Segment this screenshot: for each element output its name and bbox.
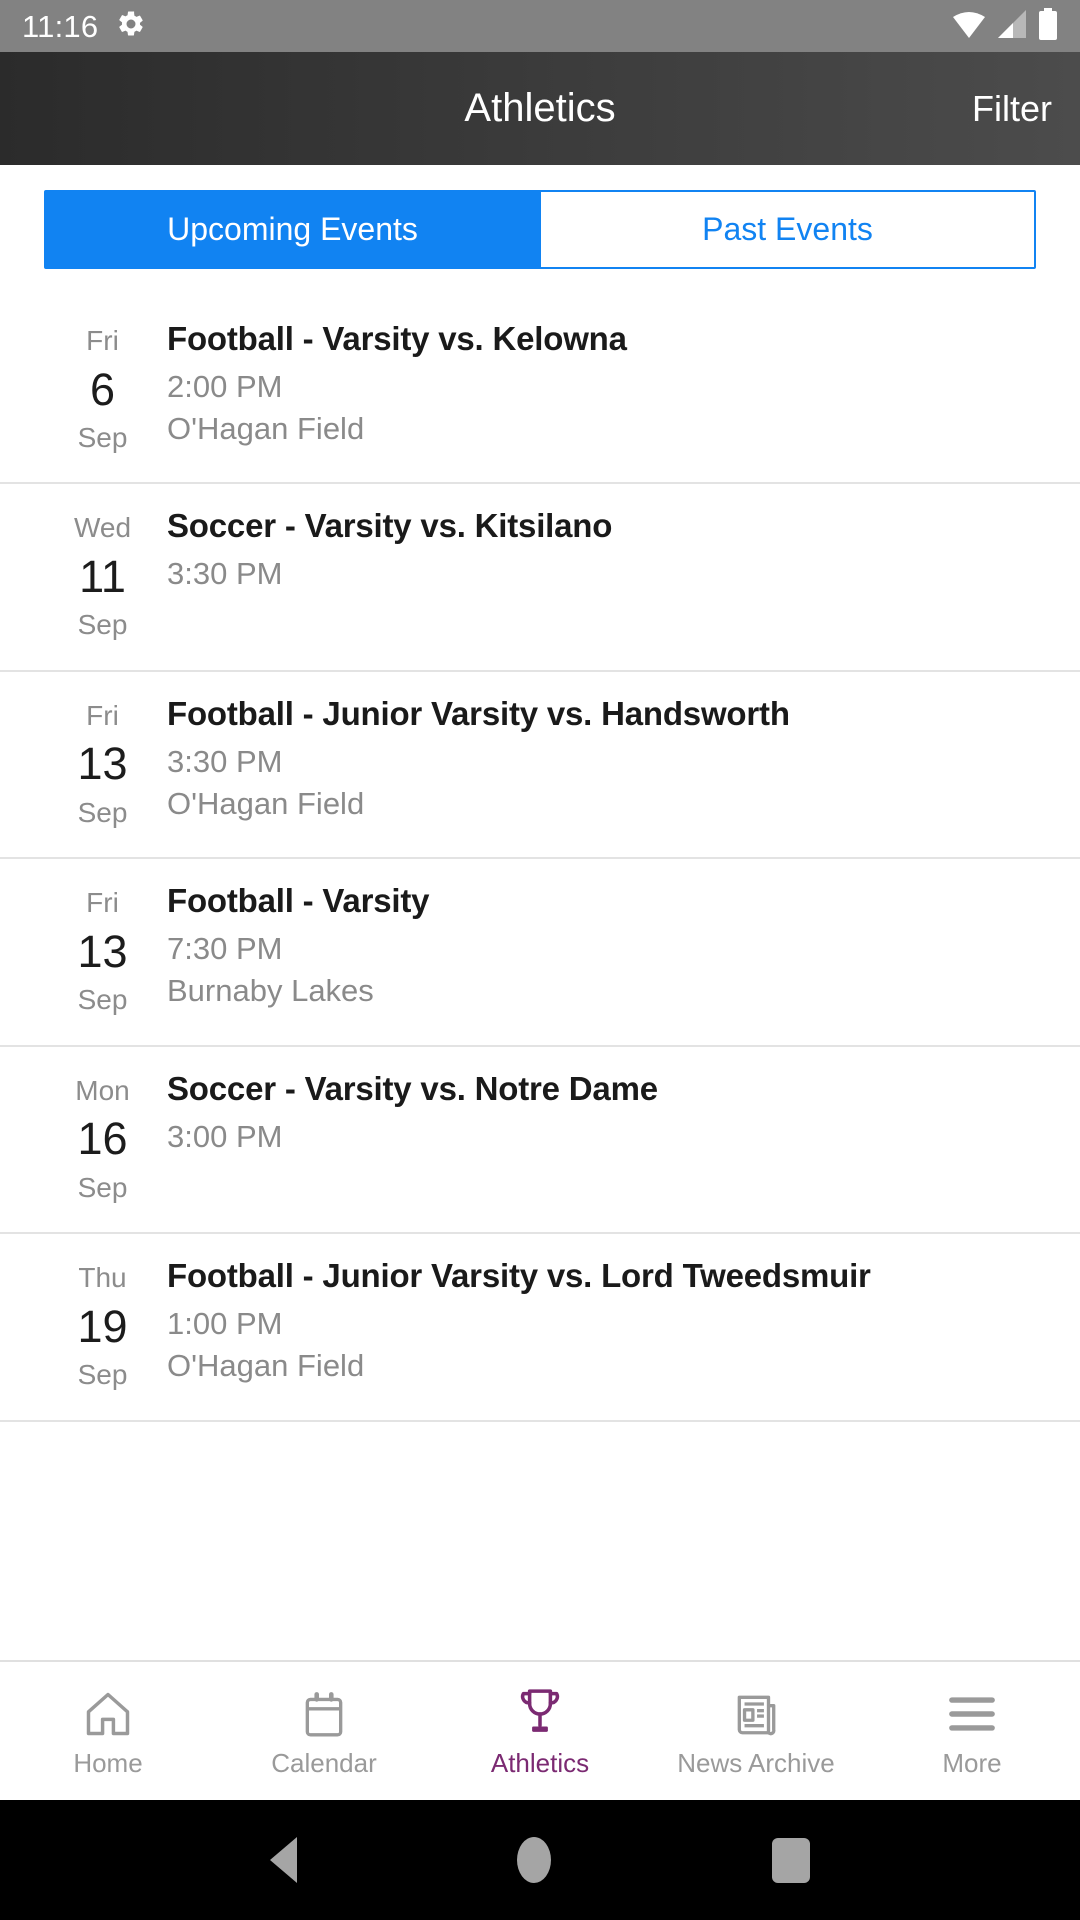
- newspaper-icon: [731, 1687, 781, 1741]
- tab-upcoming-events[interactable]: Upcoming Events: [46, 192, 539, 267]
- nav-item-home[interactable]: Home: [0, 1662, 216, 1800]
- event-details: Football - Varsity 7:30 PM Burnaby Lakes: [165, 881, 1040, 1012]
- calendar-icon: [299, 1687, 349, 1741]
- event-day-number: 13: [77, 925, 128, 977]
- event-day-number: 13: [77, 738, 128, 790]
- home-circle-icon[interactable]: [517, 1837, 552, 1883]
- event-row[interactable]: Thu 19 Sep Football - Junior Varsity vs. Lo…: [0, 1234, 1080, 1422]
- event-title: Football - Varsity vs. Kelowna: [167, 320, 627, 357]
- event-row[interactable]: Fri 13 Sep Football - Varsity 7:30 PM Burnaby…: [0, 859, 1080, 1047]
- nav-item-athletics[interactable]: Athletics: [432, 1662, 648, 1800]
- app-bar: Athletics Filter: [0, 52, 1080, 165]
- event-list[interactable]: Fri 6 Sep Football - Varsity vs. Kelowna 2:0…: [0, 269, 1080, 1660]
- event-date: Fri 13 Sep: [40, 694, 165, 833]
- event-row[interactable]: Fri 13 Sep Football - Junior Varsity vs. Ha…: [0, 672, 1080, 860]
- event-day-number: 16: [77, 1113, 128, 1165]
- event-time: 1:00 PM: [167, 1306, 283, 1342]
- gear-icon: [116, 9, 146, 44]
- event-row[interactable]: Mon 16 Sep Soccer - Varsity vs. Notre Dame 3…: [0, 1047, 1080, 1235]
- event-day-of-week: Fri: [86, 325, 119, 356]
- event-day-of-week: Thu: [78, 1262, 127, 1294]
- event-location: O'Hagan Field: [167, 1348, 365, 1384]
- battery-icon: [1038, 7, 1058, 45]
- event-date: Thu 19 Sep: [40, 1256, 165, 1395]
- event-day-number: 6: [89, 363, 116, 415]
- event-title: Football - Junior Varsity vs. Handsworth: [167, 694, 790, 732]
- wifi-icon: [952, 9, 986, 44]
- event-time: 3:30 PM: [167, 556, 283, 592]
- event-title: Soccer - Varsity vs. Notre Dame: [167, 1069, 658, 1107]
- event-month: Sep: [77, 1171, 128, 1203]
- event-details: Football - Varsity vs. Kelowna 2:00 PM O'H…: [165, 319, 1040, 450]
- hamburger-icon: [945, 1687, 999, 1741]
- event-day-of-week: Fri: [86, 699, 119, 731]
- nav-item-label: Home: [73, 1747, 143, 1778]
- nav-item-news-archive[interactable]: News Archive: [648, 1662, 864, 1800]
- event-location: Burnaby Lakes: [167, 973, 374, 1009]
- event-date: Mon 16 Sep: [40, 1069, 165, 1208]
- nav-item-label: Calendar: [271, 1747, 377, 1778]
- event-details: Football - Junior Varsity vs. Handsworth…: [165, 694, 1040, 825]
- event-location: O'Hagan Field: [167, 785, 365, 821]
- event-row[interactable]: Fri 6 Sep Football - Varsity vs. Kelowna 2:0…: [0, 297, 1080, 485]
- event-location: O'Hagan Field: [167, 411, 365, 447]
- filter-button[interactable]: Filter: [972, 88, 1052, 130]
- segmented-control: Upcoming Events Past Events: [44, 190, 1036, 269]
- event-month: Sep: [77, 421, 128, 453]
- page-title: Athletics: [464, 86, 616, 130]
- segmented-control-wrapper: Upcoming Events Past Events: [0, 165, 1080, 269]
- event-title: Football - Varsity: [167, 882, 430, 920]
- event-time: 7:30 PM: [167, 931, 283, 967]
- nav-item-label: More: [942, 1747, 1002, 1778]
- event-details: Soccer - Varsity vs. Kitsilano 3:30 PM: [165, 506, 1040, 595]
- event-day-of-week: Wed: [73, 512, 132, 544]
- back-triangle-icon[interactable]: [270, 1837, 298, 1883]
- cell-signal-icon: [996, 9, 1028, 44]
- event-day-number: 19: [77, 1300, 128, 1352]
- tab-past-events[interactable]: Past Events: [541, 192, 1034, 267]
- nav-item-label: Athletics: [490, 1747, 590, 1778]
- event-time: 3:00 PM: [167, 1118, 283, 1154]
- status-bar: 11:16: [0, 0, 1080, 52]
- recents-square-icon[interactable]: [771, 1837, 810, 1883]
- system-navigation-bar: [0, 1800, 1080, 1920]
- event-date: Fri 6 Sep: [40, 319, 165, 458]
- event-day-number: 11: [79, 551, 126, 603]
- event-details: Soccer - Varsity vs. Notre Dame 3:00 PM: [165, 1069, 1040, 1158]
- event-month: Sep: [77, 1359, 128, 1391]
- event-month: Sep: [77, 984, 128, 1016]
- event-title: Soccer - Varsity vs. Kitsilano: [167, 507, 613, 545]
- nav-item-label: News Archive: [677, 1747, 835, 1778]
- bottom-navigation-bar: Home Calendar Athletics News Archive More: [0, 1660, 1080, 1800]
- status-bar-left: 11:16: [22, 9, 146, 44]
- status-bar-clock: 11:16: [22, 8, 99, 44]
- event-title: Football - Junior Varsity vs. Lord Tweed…: [167, 1257, 871, 1295]
- event-time: 2:00 PM: [167, 368, 283, 404]
- home-icon: [82, 1687, 134, 1741]
- event-month: Sep: [77, 609, 128, 641]
- phone-screen: 11:16 Athletics Filter Upcoming Events P…: [0, 0, 1080, 1920]
- event-date: Wed 11 Sep: [40, 506, 165, 645]
- event-time: 3:30 PM: [167, 743, 283, 779]
- event-day-of-week: Mon: [75, 1074, 130, 1106]
- status-bar-right: [952, 7, 1058, 45]
- trophy-icon: [515, 1687, 565, 1741]
- event-month: Sep: [77, 796, 128, 828]
- nav-item-more[interactable]: More: [864, 1662, 1080, 1800]
- event-row[interactable]: Wed 11 Sep Soccer - Varsity vs. Kitsilano 3:…: [0, 484, 1080, 672]
- event-date: Fri 13 Sep: [40, 881, 165, 1020]
- event-details: Football - Junior Varsity vs. Lord Tweed…: [165, 1256, 1040, 1387]
- event-day-of-week: Fri: [86, 887, 119, 919]
- nav-item-calendar[interactable]: Calendar: [216, 1662, 432, 1800]
